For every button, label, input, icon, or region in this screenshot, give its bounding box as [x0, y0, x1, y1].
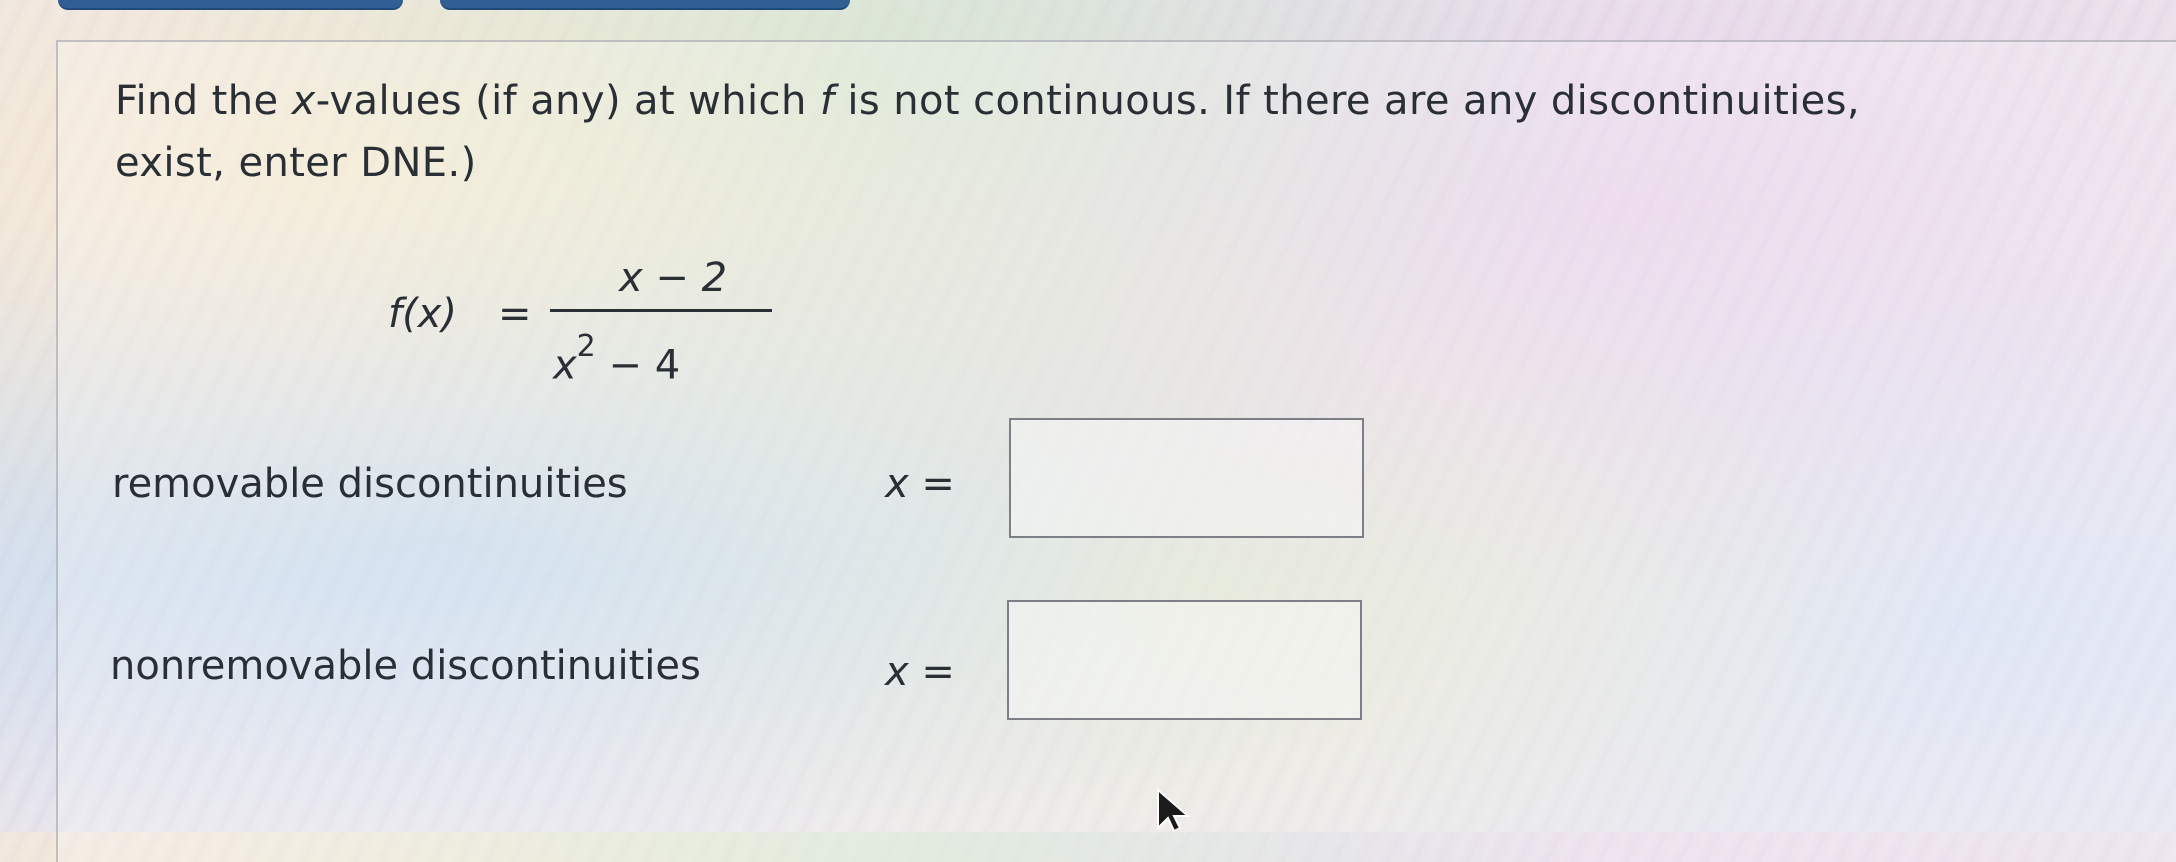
nonremovable-answer-input[interactable] — [1007, 600, 1362, 720]
question-line-1: Find the x-values (if any) at which f is… — [115, 70, 2176, 132]
formula-denominator: x2 − 4 — [553, 329, 773, 389]
question-variable-f: f — [819, 78, 835, 124]
mouse-pointer-icon — [1157, 788, 1191, 832]
top-tab-right[interactable] — [440, 0, 850, 10]
fraction-bar — [550, 309, 772, 312]
question-line-2: exist, enter DNE.) — [115, 140, 477, 186]
function-formula: f(x) = x − 2 x2 − 4 — [388, 255, 772, 390]
removable-label: removable discontinuities — [112, 461, 628, 507]
question-variable-x: x — [291, 78, 316, 124]
removable-x-label: x = — [885, 461, 955, 507]
denominator-base: x — [553, 342, 577, 389]
formula-lhs: f(x) — [388, 291, 457, 337]
question-text: Find the x-values (if any) at which f is… — [115, 70, 2176, 194]
removable-answer-input[interactable] — [1009, 418, 1364, 538]
nonremovable-label: nonremovable discontinuities — [110, 643, 701, 689]
top-tab-left[interactable] — [58, 0, 403, 10]
question-text-part: is not continuous. If there are any disc… — [834, 78, 1861, 124]
denominator-rest: − 4 — [595, 342, 681, 389]
question-text-part: -values (if any) at which — [315, 78, 820, 124]
nonremovable-x-label: x = — [885, 649, 955, 695]
formula-equals: = — [498, 291, 532, 337]
denominator-exponent: 2 — [576, 329, 596, 364]
formula-numerator: x − 2 — [618, 255, 728, 301]
question-text-part: Find the — [115, 78, 292, 124]
